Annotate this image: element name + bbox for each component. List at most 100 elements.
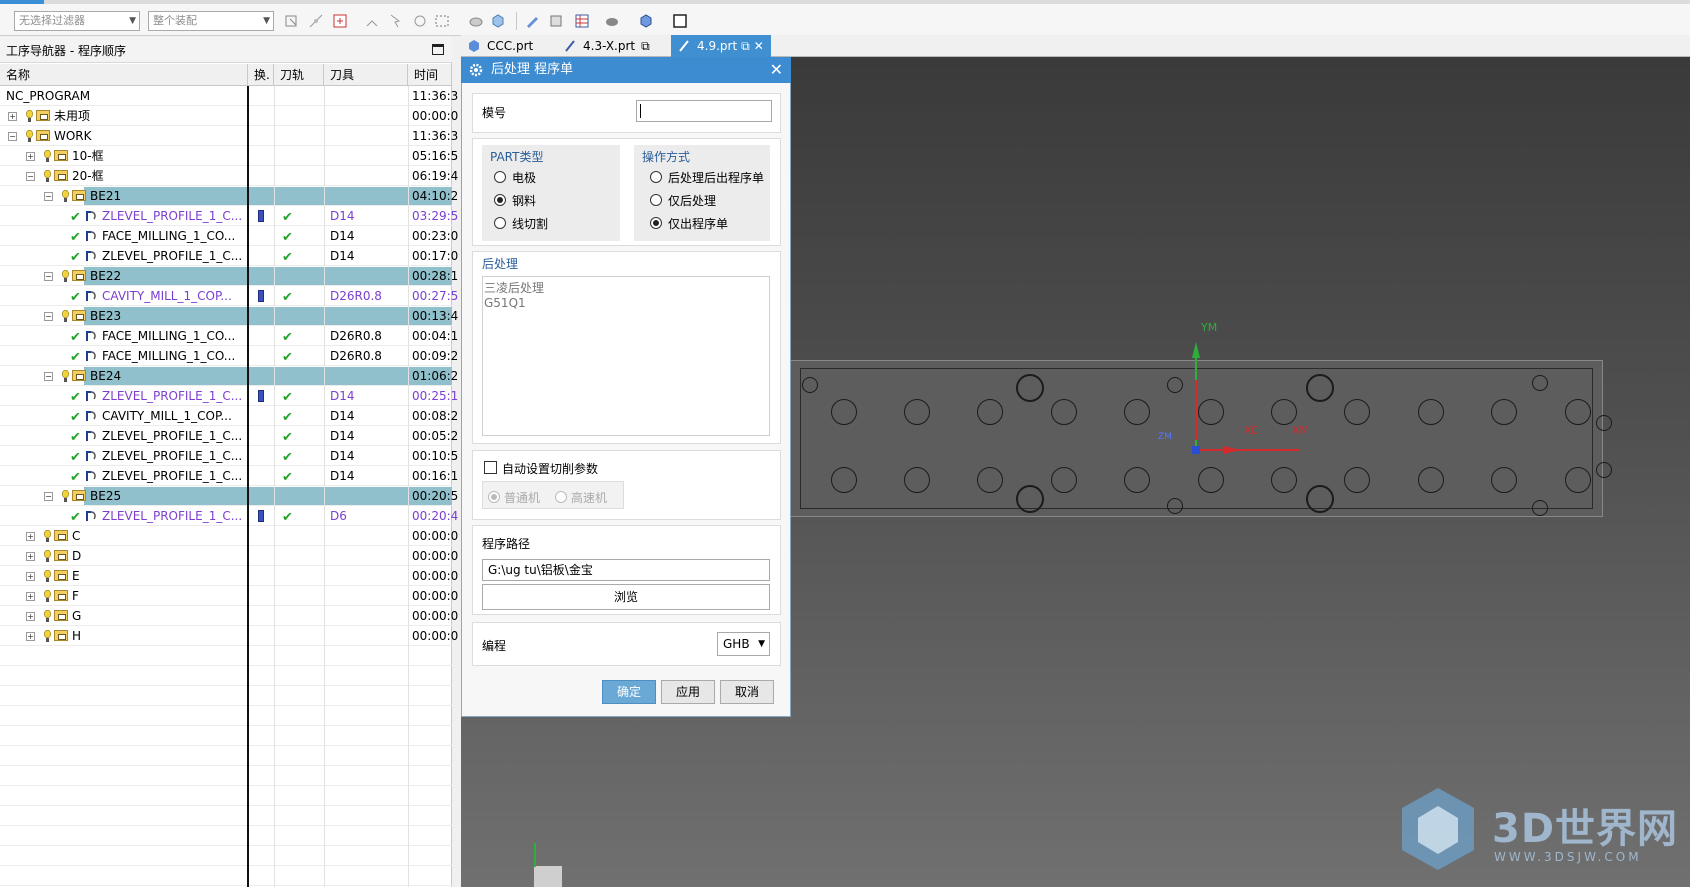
column-name[interactable]: 名称 (0, 64, 248, 86)
rectangle-select-icon[interactable] (434, 13, 450, 29)
navigator-row[interactable]: NC_PROGRAM 11:36:3 (0, 86, 458, 106)
collapse-icon[interactable]: − (44, 192, 53, 201)
expand-icon[interactable]: + (26, 632, 35, 641)
program-path-input[interactable]: G:\ug tu\铝板\金宝 (482, 559, 770, 581)
navigator-row[interactable]: − 20-框 06:19:4 (0, 166, 458, 186)
render-style-icon[interactable] (604, 13, 620, 29)
navigator-row[interactable]: ✔ CAVITY_MILL_1_COP... ✔ D14 00:08:2 (0, 406, 458, 426)
navigator-row[interactable]: − BE22 00:28:1 (0, 266, 458, 286)
row-time: 00:00:0 (412, 589, 459, 603)
navigator-row[interactable]: − WORK 11:36:3 (0, 126, 458, 146)
row-time: 00:04:1 (412, 329, 459, 343)
navigator-row[interactable]: ✔ CAVITY_MILL_1_COP... ✔ D26R0.8 00:27:5 (0, 286, 458, 306)
tab-4-3-x-prt[interactable]: 4.3-X.prt ⧉ (557, 35, 667, 57)
row-time: 11:36:3 (412, 89, 459, 103)
expand-icon[interactable]: + (26, 592, 35, 601)
cancel-button[interactable]: 取消 (720, 680, 774, 704)
point-icon[interactable] (364, 13, 380, 29)
column-tool-change[interactable]: 换. (248, 64, 274, 86)
navigator-row[interactable]: + H 00:00:0 (0, 626, 458, 646)
snap-icon[interactable] (308, 13, 324, 29)
navigator-row[interactable]: ✔ ZLEVEL_PROFILE_1_C... ✔ D14 00:16:1 (0, 466, 458, 486)
navigator-row[interactable]: ✔ ZLEVEL_PROFILE_1_C... ✔ D14 00:17:0 (0, 246, 458, 266)
postprocessor-item[interactable]: 三凌后处理 (484, 279, 544, 296)
machine-normal-radio[interactable] (488, 491, 500, 503)
expand-icon[interactable]: + (26, 612, 35, 621)
navigator-row[interactable]: + G 00:00:0 (0, 606, 458, 626)
column-tool[interactable]: 刀具 (324, 64, 408, 86)
navigator-row[interactable]: + C 00:00:0 (0, 526, 458, 546)
tab-ccc-prt[interactable]: CCC.prt (461, 35, 553, 57)
ok-button[interactable]: 确定 (602, 680, 656, 704)
layer-icon[interactable] (548, 13, 564, 29)
part-type-radio[interactable] (494, 194, 506, 206)
column-splitter[interactable] (247, 86, 249, 887)
maximize-icon[interactable] (432, 44, 444, 55)
row-time: 00:00:0 (412, 569, 459, 583)
navigator-row[interactable]: + D 00:00:0 (0, 546, 458, 566)
view-cube-icon[interactable] (638, 13, 654, 29)
navigator-row[interactable]: − BE24 01:06:2 (0, 366, 458, 386)
auto-cut-label: 自动设置切削参数 (502, 462, 599, 476)
navigator-row[interactable]: ✔ ZLEVEL_PROFILE_1_C... ✔ D14 00:25:1 (0, 386, 458, 406)
collapse-icon[interactable]: − (44, 492, 53, 501)
navigator-row[interactable]: ✔ FACE_MILLING_1_CO... ✔ D26R0.8 00:09:2 (0, 346, 458, 366)
close-tab-icon[interactable]: ✕ (754, 39, 764, 53)
window-frame-icon[interactable] (672, 13, 688, 29)
navigator-row[interactable]: − BE21 04:10:2 (0, 186, 458, 206)
select-box-icon[interactable] (332, 13, 348, 29)
navigator-row[interactable]: + F 00:00:0 (0, 586, 458, 606)
postprocessor-item[interactable]: G51Q1 (484, 296, 526, 310)
auto-cut-checkbox[interactable] (484, 461, 497, 474)
expand-icon[interactable]: + (26, 572, 35, 581)
collapse-icon[interactable]: − (44, 312, 53, 321)
close-icon[interactable]: ✕ (770, 57, 783, 83)
solid-cube-icon[interactable] (490, 13, 506, 29)
type-filter-combo[interactable]: 无选择过滤器 ▼ (14, 11, 140, 31)
row-gridline (0, 165, 452, 166)
scope-combo[interactable]: 整个装配 ▼ (148, 11, 274, 31)
expand-icon[interactable]: + (26, 532, 35, 541)
machine-highspeed-radio[interactable] (555, 491, 567, 503)
column-toolpath[interactable]: 刀轨 (274, 64, 324, 86)
collapse-icon[interactable]: − (44, 272, 53, 281)
navigator-row[interactable]: − BE23 00:13:4 (0, 306, 458, 326)
navigator-row[interactable]: ✔ FACE_MILLING_1_CO... ✔ D26R0.8 00:04:1 (0, 326, 458, 346)
tool-change-icon (258, 510, 264, 522)
operation-mode-radio[interactable] (650, 171, 662, 183)
chevron-down-icon: ▼ (263, 16, 270, 26)
programmer-select[interactable]: GHB ▼ (717, 632, 770, 656)
navigator-row[interactable]: ✔ ZLEVEL_PROFILE_1_C... ✔ D14 00:05:2 (0, 426, 458, 446)
apply-button[interactable]: 应用 (661, 680, 715, 704)
expand-icon[interactable]: + (8, 112, 17, 121)
part-type-radio[interactable] (494, 217, 506, 229)
model-number-input[interactable] (636, 100, 772, 122)
navigator-row[interactable]: ✔ ZLEVEL_PROFILE_1_C... ✔ D6 00:20:4 (0, 506, 458, 526)
navigator-row[interactable]: ✔ ZLEVEL_PROFILE_1_C... ✔ D14 03:29:5 (0, 206, 458, 226)
pencil-icon[interactable] (524, 13, 540, 29)
operation-mode-radio[interactable] (650, 217, 662, 229)
surface-icon[interactable] (468, 13, 484, 29)
row-gridline (0, 505, 452, 506)
lasso-icon[interactable] (412, 13, 428, 29)
navigator-row[interactable]: ✔ FACE_MILLING_1_CO... ✔ D14 00:23:0 (0, 226, 458, 246)
part-type-radio[interactable] (494, 171, 506, 183)
cursor-icon[interactable] (388, 13, 404, 29)
navigator-row[interactable]: − BE25 00:20:5 (0, 486, 458, 506)
table-view-icon[interactable] (574, 13, 590, 29)
navigator-row[interactable]: + E 00:00:0 (0, 566, 458, 586)
collapse-icon[interactable]: − (44, 372, 53, 381)
navigator-row[interactable]: +10-框 05:16:5 (0, 146, 458, 166)
browse-button[interactable]: 浏览 (482, 584, 770, 610)
collapse-icon[interactable]: − (8, 132, 17, 141)
expand-icon[interactable]: + (26, 552, 35, 561)
collapse-icon[interactable]: − (26, 172, 35, 181)
operation-mode-radio[interactable] (650, 194, 662, 206)
navigator-row[interactable]: + 未用项 00:00:0 (0, 106, 458, 126)
select-settings-icon[interactable] (284, 13, 300, 29)
expand-icon[interactable]: + (26, 152, 35, 161)
navigator-row[interactable]: ✔ ZLEVEL_PROFILE_1_C... ✔ D14 00:10:5 (0, 446, 458, 466)
tool-change-icon (258, 390, 264, 402)
tab-4-9-prt[interactable]: 4.9.prt ⧉ ✕ (671, 35, 771, 57)
column-time[interactable]: 时间 (408, 64, 452, 86)
